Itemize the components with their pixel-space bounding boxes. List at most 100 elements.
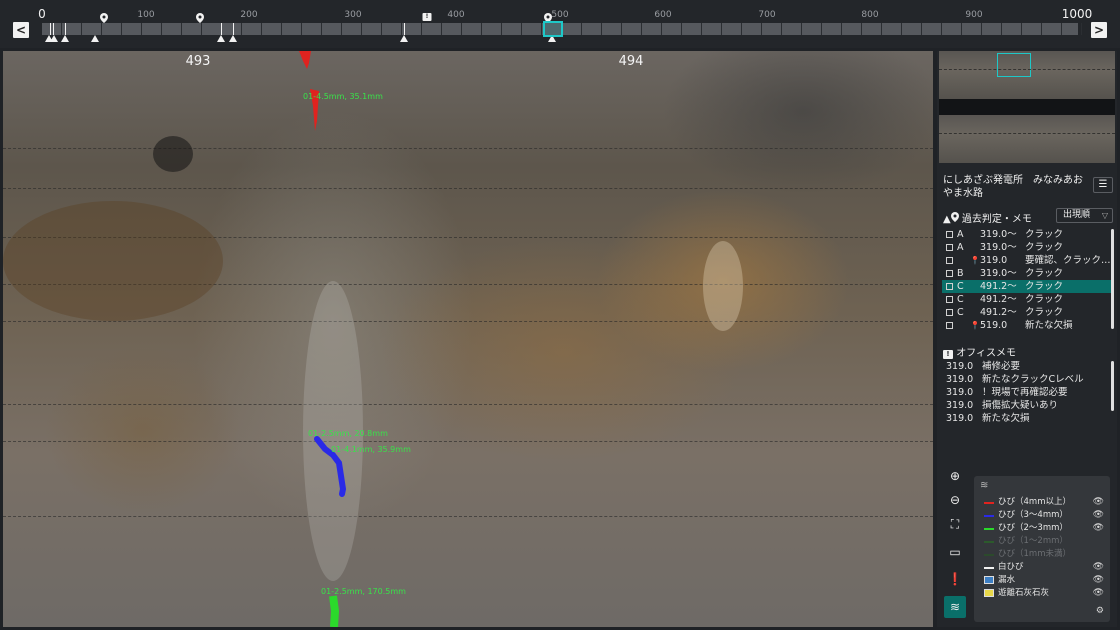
timeline-segment[interactable] bbox=[482, 23, 502, 35]
timeline-segment[interactable] bbox=[922, 23, 942, 35]
timeline-segment[interactable] bbox=[442, 23, 462, 35]
record-checkbox[interactable] bbox=[946, 322, 953, 329]
fullscreen-icon[interactable]: ⛶ bbox=[944, 513, 966, 535]
eye-icon[interactable]: 👁 bbox=[1093, 587, 1104, 600]
timeline-segment[interactable] bbox=[722, 23, 742, 35]
minimap-lower[interactable] bbox=[939, 115, 1115, 163]
timeline-segment[interactable] bbox=[822, 23, 842, 35]
timeline-segment[interactable] bbox=[82, 23, 102, 35]
eye-icon[interactable]: 👁 bbox=[1093, 522, 1104, 535]
timeline-segment[interactable] bbox=[222, 23, 242, 35]
list-icon[interactable]: ☰ bbox=[1093, 177, 1113, 193]
timeline-segment[interactable] bbox=[942, 23, 962, 35]
timeline-segment[interactable] bbox=[602, 23, 622, 35]
record-checkbox[interactable] bbox=[946, 270, 953, 277]
timeline-segment[interactable] bbox=[642, 23, 662, 35]
marker-triangle-icon[interactable] bbox=[217, 35, 225, 42]
timeline-segment[interactable] bbox=[962, 23, 982, 35]
timeline-segment[interactable] bbox=[122, 23, 142, 35]
timeline-segment[interactable] bbox=[242, 23, 262, 35]
office-memo-row[interactable]: 319.0 補修必要 bbox=[946, 360, 1020, 373]
timeline-segment[interactable] bbox=[1042, 23, 1062, 35]
zoom-in-icon[interactable]: ⊕ bbox=[944, 465, 966, 487]
location-pin-icon[interactable] bbox=[100, 13, 108, 23]
record-row[interactable]: C 491.2〜 クラック bbox=[942, 293, 1112, 306]
timeline-segment[interactable] bbox=[582, 23, 602, 35]
layers-icon[interactable]: ≋ bbox=[944, 596, 966, 618]
timeline-segment[interactable] bbox=[1002, 23, 1022, 35]
timeline-segment[interactable] bbox=[982, 23, 1002, 35]
timeline-segment[interactable] bbox=[182, 23, 202, 35]
marker-triangle-icon[interactable] bbox=[50, 35, 58, 42]
timeline-segment[interactable] bbox=[882, 23, 902, 35]
inspection-image-viewer[interactable]: 493 494 01-4.5mm, 35.1mm 01-2.5mm, 20.8m… bbox=[3, 51, 933, 627]
office-memo-row[interactable]: 319.0 新たなクラックCレベル bbox=[946, 373, 1084, 386]
timeline-segment[interactable] bbox=[1022, 23, 1042, 35]
record-checkbox[interactable] bbox=[946, 283, 953, 290]
timeline-segment[interactable] bbox=[502, 23, 522, 35]
sort-order-select[interactable]: 出現順 ▽ bbox=[1056, 208, 1113, 223]
timeline-current-window[interactable] bbox=[543, 21, 563, 37]
add-memo-icon[interactable]: ❗ bbox=[944, 568, 966, 590]
timeline-segment[interactable] bbox=[322, 23, 342, 35]
eye-icon[interactable]: 👁 bbox=[1093, 496, 1104, 509]
location-pin-icon[interactable] bbox=[196, 13, 204, 23]
minimap-viewport[interactable] bbox=[997, 53, 1031, 77]
timeline-segment[interactable] bbox=[462, 23, 482, 35]
memo-note-icon[interactable]: ! bbox=[422, 13, 432, 21]
legend-item[interactable]: ひび（1〜2mm） bbox=[982, 535, 1106, 548]
legend-item[interactable]: 遊離石灰石灰 👁 bbox=[982, 587, 1106, 600]
marker-triangle-icon[interactable] bbox=[229, 35, 237, 42]
timeline-segment[interactable] bbox=[802, 23, 822, 35]
timeline-segment[interactable] bbox=[622, 23, 642, 35]
record-row[interactable]: B 319.0〜 クラック bbox=[942, 267, 1112, 280]
timeline-segment[interactable] bbox=[782, 23, 802, 35]
timeline-segment[interactable] bbox=[142, 23, 162, 35]
record-checkbox[interactable] bbox=[946, 257, 953, 264]
timeline-segment[interactable] bbox=[342, 23, 362, 35]
marker-triangle-icon[interactable] bbox=[400, 35, 408, 42]
record-row[interactable]: A 319.0〜 クラック bbox=[942, 241, 1112, 254]
legend-item[interactable]: ひび（3〜4mm） 👁 bbox=[982, 509, 1106, 522]
timeline-segment[interactable] bbox=[382, 23, 402, 35]
legend-item[interactable]: ひび（2〜3mm） 👁 bbox=[982, 522, 1106, 535]
timeline-segment[interactable] bbox=[202, 23, 222, 35]
record-row[interactable]: 📍 519.0 新たな欠損 bbox=[942, 319, 1112, 332]
timeline-segment[interactable] bbox=[1062, 23, 1082, 35]
timeline-prev-button[interactable]: < bbox=[13, 22, 29, 38]
eye-icon[interactable]: 👁 bbox=[1093, 561, 1104, 574]
record-row[interactable]: 📍 319.0 要確認、クラック… bbox=[942, 254, 1112, 267]
eye-icon[interactable]: 👁 bbox=[1093, 509, 1104, 522]
marker-triangle-icon[interactable] bbox=[61, 35, 69, 42]
timeline-segment[interactable] bbox=[902, 23, 922, 35]
ruler-icon[interactable]: ▭ bbox=[944, 541, 966, 563]
timeline-segment[interactable] bbox=[662, 23, 682, 35]
record-row[interactable]: C 491.2〜 クラック bbox=[942, 280, 1112, 293]
timeline-segment[interactable] bbox=[682, 23, 702, 35]
records-scrollbar[interactable] bbox=[1111, 229, 1114, 329]
eye-icon[interactable]: 👁 bbox=[1093, 574, 1104, 587]
zoom-out-icon[interactable]: ⊖ bbox=[944, 489, 966, 511]
timeline-segment[interactable] bbox=[362, 23, 382, 35]
crack-green[interactable] bbox=[329, 595, 340, 627]
timeline-segment[interactable] bbox=[522, 23, 542, 35]
marker-triangle-icon[interactable] bbox=[91, 35, 99, 42]
timeline-segment[interactable] bbox=[102, 23, 122, 35]
timeline-segment[interactable] bbox=[762, 23, 782, 35]
timeline-segment[interactable] bbox=[42, 23, 62, 35]
timeline-next-button[interactable]: > bbox=[1091, 22, 1107, 38]
timeline-segment[interactable] bbox=[842, 23, 862, 35]
legend-item[interactable]: 漏水 👁 bbox=[982, 574, 1106, 587]
memo-scrollbar[interactable] bbox=[1111, 361, 1114, 411]
record-checkbox[interactable] bbox=[946, 231, 953, 238]
crack-red[interactable] bbox=[299, 51, 311, 69]
office-memo-row[interactable]: 319.0 新たな欠損 bbox=[946, 412, 1030, 425]
office-memo-row[interactable]: 319.0 損傷拡大疑いあり bbox=[946, 399, 1058, 412]
timeline-segment[interactable] bbox=[162, 23, 182, 35]
timeline-segment[interactable] bbox=[862, 23, 882, 35]
office-memo-row[interactable]: 319.0 ！現場で再確認必要 bbox=[946, 386, 1068, 399]
timeline-segment[interactable] bbox=[262, 23, 282, 35]
settings-icon[interactable]: ⚙ bbox=[1096, 606, 1104, 616]
record-checkbox[interactable] bbox=[946, 309, 953, 316]
timeline-segment[interactable] bbox=[702, 23, 722, 35]
